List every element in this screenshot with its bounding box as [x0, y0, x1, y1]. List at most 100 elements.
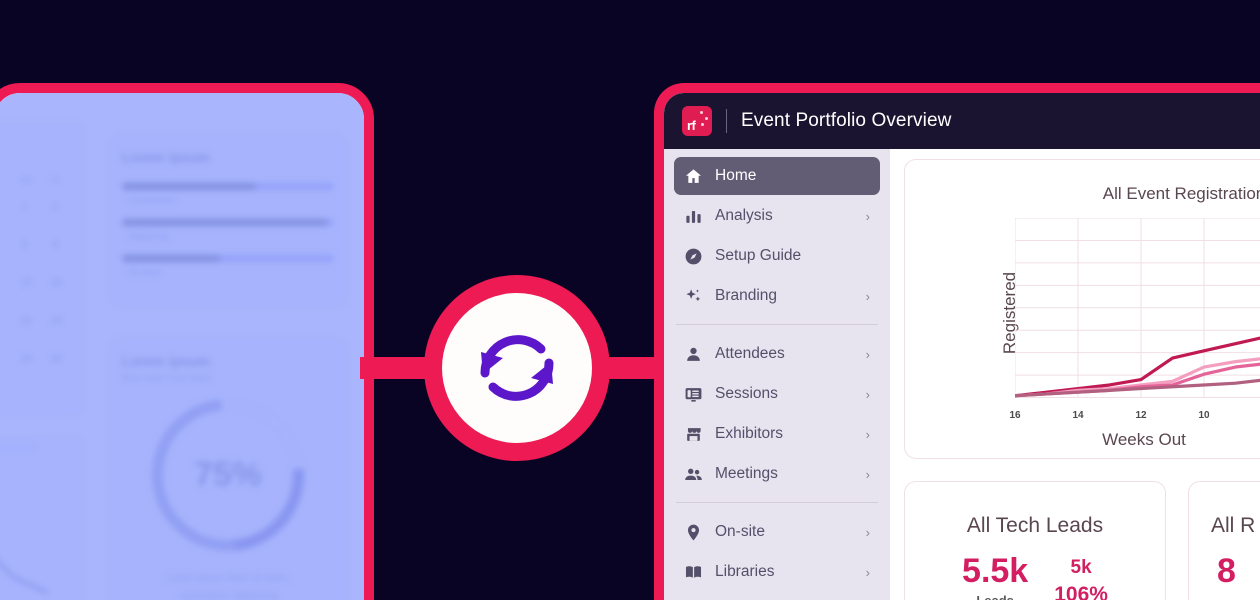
- sync-badge: [424, 275, 610, 461]
- chart-title: All Event Registration: [1102, 184, 1260, 203]
- app-topbar: rf Event Portfolio Overview: [664, 93, 1260, 149]
- logo-dot: [701, 123, 704, 126]
- chart-x-axis-ticks: 1614121086: [1009, 410, 1260, 424]
- kpi-title: All R: [1211, 514, 1256, 537]
- sidebar-item-home[interactable]: Home: [674, 157, 880, 195]
- presentation-icon: [684, 385, 703, 404]
- chevron-right-icon: ›: [865, 386, 870, 402]
- sidebar-divider: [676, 502, 878, 503]
- kpi-primary: 8: [1217, 554, 1236, 588]
- chevron-right-icon: ›: [865, 524, 870, 540]
- left-panel-main-column: Lorem ipsum Consectetur Adipiscing Sit a…: [106, 113, 356, 600]
- sidebar: Home Analysis › Setup Guide Branding › A…: [664, 149, 890, 600]
- calendar-day: 9: [52, 239, 59, 251]
- person-icon: [684, 345, 703, 364]
- kpi-value-label: Leads: [962, 593, 1028, 600]
- chevron-right-icon: ›: [865, 288, 870, 304]
- kpi-primary: 5.5k Leads: [962, 554, 1028, 600]
- sidebar-item-label: Meetings: [715, 465, 778, 482]
- registration-chart-card: All Event Registration Registered 16 14 12…: [904, 159, 1260, 459]
- kpi-card-tech-leads[interactable]: All Tech Leads 5.5k Leads 5k 106%: [904, 481, 1166, 600]
- kpi-values: 5.5k Leads 5k 106%: [905, 554, 1165, 600]
- sidebar-item-label: Branding: [715, 287, 778, 304]
- people-group-icon: [684, 465, 703, 484]
- calendar-day: 29: [20, 353, 33, 365]
- home-icon: [684, 167, 703, 186]
- chevron-right-icon: ›: [865, 426, 870, 442]
- logo-dot: [700, 111, 703, 114]
- screenshot-root: Mo Tu 1 2 8 9 15 16 22 23 29 30 Lorem ip…: [0, 0, 1260, 600]
- calendar-day: 1: [22, 201, 29, 213]
- left-dashboard-panel: Mo Tu 1 2 8 9 15 16 22 23 29 30 Lorem ip…: [0, 83, 374, 600]
- calendar-day: 22: [20, 315, 33, 327]
- kpi-card-row: All Tech Leads 5.5k Leads 5k 106%: [904, 481, 1260, 600]
- sidebar-item-label: On-site: [715, 523, 765, 540]
- calendar-day: 2: [52, 201, 59, 213]
- calendar-day: 15: [20, 277, 33, 289]
- kpi-value: 8: [1217, 552, 1236, 590]
- sidebar-item-setup-guide[interactable]: Setup Guide: [674, 237, 880, 275]
- donut-chart: 75%: [120, 367, 336, 583]
- calendar-weekday-header: Mo: [20, 175, 33, 185]
- app-window-panel: rf Event Portfolio Overview Home Analysi…: [654, 83, 1260, 600]
- chevron-right-icon: ›: [865, 564, 870, 580]
- chart-svg: [1015, 218, 1260, 398]
- calendar-day: 8: [22, 239, 29, 251]
- sidebar-item-label: Libraries: [715, 563, 775, 580]
- progress-label: Adipiscing: [128, 231, 170, 241]
- book-icon: [684, 563, 703, 582]
- map-pin-icon: [684, 523, 703, 542]
- brand-logo-text: rf: [687, 118, 696, 133]
- mini-chart-card: [0, 433, 88, 600]
- bar-chart-icon: [684, 207, 703, 226]
- sidebar-item-on-site[interactable]: On-site ›: [674, 513, 880, 551]
- lorem-card-one-title: Lorem ipsum: [122, 149, 210, 165]
- progress-fill: [122, 183, 257, 190]
- logo-dot: [705, 117, 708, 120]
- main-content: All Event Registration Registered 16 14 12…: [890, 149, 1260, 600]
- sidebar-item-label: Setup Guide: [715, 247, 802, 264]
- sidebar-item-exhibitors[interactable]: Exhibitors ›: [674, 415, 880, 453]
- donut-caption-line-2: consectetur adipiscing: [178, 591, 278, 600]
- sidebar-item-libraries[interactable]: Libraries ›: [674, 553, 880, 591]
- kpi-compare-percent: 106%: [1054, 583, 1108, 600]
- sidebar-divider: [676, 324, 878, 325]
- chevron-right-icon: ›: [865, 466, 870, 482]
- calendar-card: Mo Tu 1 2 8 9 15 16 22 23 29 30: [0, 119, 88, 419]
- sidebar-item-branding[interactable]: Branding ›: [674, 277, 880, 315]
- sync-badge-inner: [442, 293, 592, 443]
- sidebar-item-label: Exhibitors: [715, 425, 784, 442]
- sidebar-item-sessions[interactable]: Sessions ›: [674, 375, 880, 413]
- calendar-weekday-header: Tu: [50, 175, 61, 185]
- sidebar-item-attendees[interactable]: Attendees ›: [674, 335, 880, 373]
- chevron-right-icon: ›: [865, 346, 870, 362]
- kpi-card-second[interactable]: All R 8: [1188, 481, 1260, 600]
- chevron-right-icon: ›: [865, 208, 870, 224]
- sparkles-icon: [684, 287, 703, 306]
- sidebar-item-label: Home: [715, 167, 757, 184]
- brand-logo-icon[interactable]: rf: [682, 106, 712, 136]
- lorem-card-two: Lorem ipsum Duis aute irure dolor 75% Lo…: [106, 335, 350, 600]
- sidebar-item-meetings[interactable]: Meetings ›: [674, 455, 880, 493]
- app-body: Home Analysis › Setup Guide Branding › A…: [664, 149, 1260, 600]
- sidebar-item-analysis[interactable]: Analysis ›: [674, 197, 880, 235]
- progress-fill: [122, 255, 220, 262]
- progress-label: Consectetur: [128, 195, 177, 205]
- compass-icon: [684, 247, 703, 266]
- chart-x-tick: 16: [1009, 410, 1021, 421]
- donut-percentage: 75%: [193, 455, 263, 494]
- calendar-day: 30: [50, 353, 63, 365]
- lorem-card-one: Lorem ipsum Consectetur Adipiscing Sit a…: [106, 131, 350, 311]
- kpi-comparison: 5k 106%: [1054, 554, 1108, 600]
- chart-series-line: [1015, 299, 1260, 396]
- kpi-title: All Tech Leads: [966, 514, 1104, 537]
- sidebar-item-label: Attendees: [715, 345, 785, 362]
- page-title: Event Portfolio Overview: [741, 110, 952, 131]
- app-root: rf Event Portfolio Overview Home Analysi…: [664, 93, 1260, 600]
- mini-dropdown: [0, 443, 38, 451]
- kpi-values: 8: [1189, 554, 1260, 588]
- lorem-card-two-title: Lorem ipsum: [122, 353, 210, 369]
- kpi-value: 5.5k: [962, 552, 1029, 590]
- left-panel-left-column: Mo Tu 1 2 8 9 15 16 22 23 29 30: [0, 103, 89, 600]
- kpi-compare-value: 5k: [1070, 557, 1092, 578]
